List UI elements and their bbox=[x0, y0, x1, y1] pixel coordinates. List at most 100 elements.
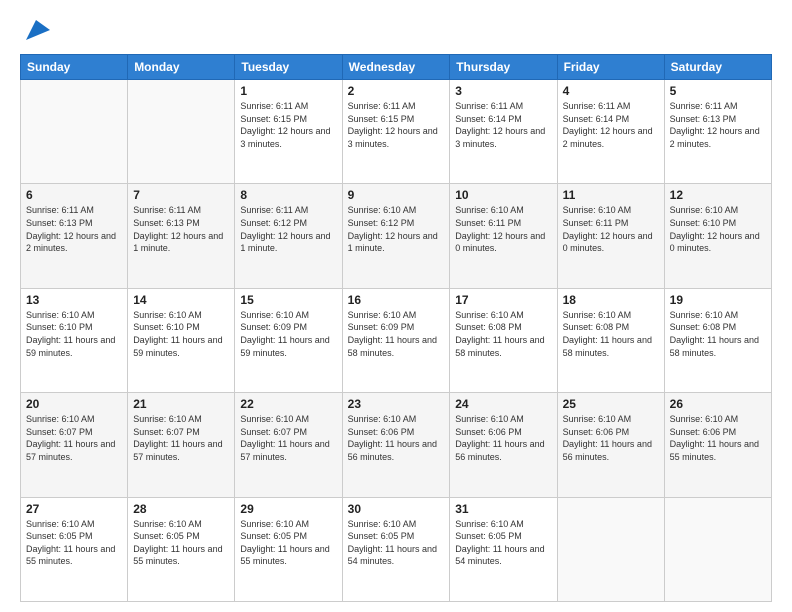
calendar-cell: 21 Sunrise: 6:10 AM Sunset: 6:07 PM Dayli… bbox=[128, 393, 235, 497]
calendar-cell: 15 Sunrise: 6:10 AM Sunset: 6:09 PM Dayli… bbox=[235, 288, 342, 392]
day-info: Sunrise: 6:10 AM Sunset: 6:06 PM Dayligh… bbox=[455, 413, 551, 463]
day-info: Sunrise: 6:10 AM Sunset: 6:10 PM Dayligh… bbox=[133, 309, 229, 359]
day-number: 8 bbox=[240, 188, 336, 202]
day-number: 31 bbox=[455, 502, 551, 516]
day-info: Sunrise: 6:10 AM Sunset: 6:05 PM Dayligh… bbox=[240, 518, 336, 568]
day-number: 5 bbox=[670, 84, 766, 98]
day-info: Sunrise: 6:10 AM Sunset: 6:07 PM Dayligh… bbox=[133, 413, 229, 463]
day-number: 24 bbox=[455, 397, 551, 411]
day-info: Sunrise: 6:11 AM Sunset: 6:13 PM Dayligh… bbox=[26, 204, 122, 254]
calendar-cell: 27 Sunrise: 6:10 AM Sunset: 6:05 PM Dayli… bbox=[21, 497, 128, 601]
calendar-cell: 24 Sunrise: 6:10 AM Sunset: 6:06 PM Dayli… bbox=[450, 393, 557, 497]
day-info: Sunrise: 6:10 AM Sunset: 6:06 PM Dayligh… bbox=[348, 413, 445, 463]
calendar-cell bbox=[557, 497, 664, 601]
day-number: 6 bbox=[26, 188, 122, 202]
calendar-cell: 14 Sunrise: 6:10 AM Sunset: 6:10 PM Dayli… bbox=[128, 288, 235, 392]
logo-icon bbox=[22, 16, 50, 44]
day-number: 11 bbox=[563, 188, 659, 202]
calendar-cell: 25 Sunrise: 6:10 AM Sunset: 6:06 PM Dayli… bbox=[557, 393, 664, 497]
day-number: 25 bbox=[563, 397, 659, 411]
weekday-tuesday: Tuesday bbox=[235, 55, 342, 80]
day-info: Sunrise: 6:10 AM Sunset: 6:06 PM Dayligh… bbox=[563, 413, 659, 463]
week-row-2: 6 Sunrise: 6:11 AM Sunset: 6:13 PM Daylig… bbox=[21, 184, 772, 288]
day-number: 19 bbox=[670, 293, 766, 307]
day-info: Sunrise: 6:11 AM Sunset: 6:14 PM Dayligh… bbox=[563, 100, 659, 150]
day-number: 3 bbox=[455, 84, 551, 98]
day-info: Sunrise: 6:11 AM Sunset: 6:15 PM Dayligh… bbox=[348, 100, 445, 150]
calendar-cell: 3 Sunrise: 6:11 AM Sunset: 6:14 PM Daylig… bbox=[450, 80, 557, 184]
calendar-cell bbox=[21, 80, 128, 184]
calendar-cell: 5 Sunrise: 6:11 AM Sunset: 6:13 PM Daylig… bbox=[664, 80, 771, 184]
calendar-cell: 28Sunrise: 6:10 AM Sunset: 6:05 PM Dayli… bbox=[128, 497, 235, 601]
calendar-page: SundayMondayTuesdayWednesdayThursdayFrid… bbox=[0, 0, 792, 612]
weekday-monday: Monday bbox=[128, 55, 235, 80]
day-info: Sunrise: 6:10 AM Sunset: 6:09 PM Dayligh… bbox=[348, 309, 445, 359]
calendar-cell: 7 Sunrise: 6:11 AM Sunset: 6:13 PM Daylig… bbox=[128, 184, 235, 288]
calendar-cell: 13 Sunrise: 6:10 AM Sunset: 6:10 PM Dayli… bbox=[21, 288, 128, 392]
day-info: Sunrise: 6:10 AM Sunset: 6:07 PM Dayligh… bbox=[240, 413, 336, 463]
weekday-thursday: Thursday bbox=[450, 55, 557, 80]
weekday-sunday: Sunday bbox=[21, 55, 128, 80]
day-info: Sunrise: 6:10 AM Sunset: 6:07 PM Dayligh… bbox=[26, 413, 122, 463]
calendar-cell: 30 Sunrise: 6:10 AM Sunset: 6:05 PM Dayli… bbox=[342, 497, 450, 601]
weekday-friday: Friday bbox=[557, 55, 664, 80]
day-info: Sunrise: 6:11 AM Sunset: 6:13 PM Dayligh… bbox=[133, 204, 229, 254]
day-info: Sunrise: 6:11 AM Sunset: 6:15 PM Dayligh… bbox=[240, 100, 336, 150]
day-number: 4 bbox=[563, 84, 659, 98]
day-info: Sunrise: 6:10 AM Sunset: 6:10 PM Dayligh… bbox=[26, 309, 122, 359]
calendar-cell: 29 Sunrise: 6:10 AM Sunset: 6:05 PM Dayli… bbox=[235, 497, 342, 601]
week-row-3: 13 Sunrise: 6:10 AM Sunset: 6:10 PM Dayli… bbox=[21, 288, 772, 392]
day-info: Sunrise: 6:10 AM Sunset: 6:06 PM Dayligh… bbox=[670, 413, 766, 463]
day-number: 16 bbox=[348, 293, 445, 307]
calendar-cell: 8 Sunrise: 6:11 AM Sunset: 6:12 PM Daylig… bbox=[235, 184, 342, 288]
day-info: Sunrise: 6:10 AM Sunset: 6:08 PM Dayligh… bbox=[670, 309, 766, 359]
day-number: 27 bbox=[26, 502, 122, 516]
day-number: 26 bbox=[670, 397, 766, 411]
day-number: 15 bbox=[240, 293, 336, 307]
day-info: Sunrise: 6:11 AM Sunset: 6:13 PM Dayligh… bbox=[670, 100, 766, 150]
day-info: Sunrise: 6:11 AM Sunset: 6:14 PM Dayligh… bbox=[455, 100, 551, 150]
day-info: Sunrise: 6:11 AM Sunset: 6:12 PM Dayligh… bbox=[240, 204, 336, 254]
calendar-cell: 19 Sunrise: 6:10 AM Sunset: 6:08 PM Dayli… bbox=[664, 288, 771, 392]
calendar-cell: 23Sunrise: 6:10 AM Sunset: 6:06 PM Dayli… bbox=[342, 393, 450, 497]
day-number: 18 bbox=[563, 293, 659, 307]
calendar-cell: 20 Sunrise: 6:10 AM Sunset: 6:07 PM Dayli… bbox=[21, 393, 128, 497]
calendar-cell: 22Sunrise: 6:10 AM Sunset: 6:07 PM Dayli… bbox=[235, 393, 342, 497]
day-number: 7 bbox=[133, 188, 229, 202]
day-number: 21 bbox=[133, 397, 229, 411]
day-number: 9 bbox=[348, 188, 445, 202]
day-info: Sunrise: 6:10 AM Sunset: 6:09 PM Dayligh… bbox=[240, 309, 336, 359]
day-info: Sunrise: 6:10 AM Sunset: 6:05 PM Dayligh… bbox=[133, 518, 229, 568]
calendar-cell: 10 Sunrise: 6:10 AM Sunset: 6:11 PM Dayli… bbox=[450, 184, 557, 288]
day-info: Sunrise: 6:10 AM Sunset: 6:10 PM Dayligh… bbox=[670, 204, 766, 254]
header bbox=[20, 16, 772, 44]
day-info: Sunrise: 6:10 AM Sunset: 6:05 PM Dayligh… bbox=[26, 518, 122, 568]
day-info: Sunrise: 6:10 AM Sunset: 6:05 PM Dayligh… bbox=[455, 518, 551, 568]
calendar-cell: 2Sunrise: 6:11 AM Sunset: 6:15 PM Daylig… bbox=[342, 80, 450, 184]
day-number: 20 bbox=[26, 397, 122, 411]
calendar-cell bbox=[664, 497, 771, 601]
calendar-cell: 12 Sunrise: 6:10 AM Sunset: 6:10 PM Dayli… bbox=[664, 184, 771, 288]
day-info: Sunrise: 6:10 AM Sunset: 6:08 PM Dayligh… bbox=[563, 309, 659, 359]
calendar-cell: 9Sunrise: 6:10 AM Sunset: 6:12 PM Daylig… bbox=[342, 184, 450, 288]
day-number: 13 bbox=[26, 293, 122, 307]
day-number: 29 bbox=[240, 502, 336, 516]
day-number: 30 bbox=[348, 502, 445, 516]
day-number: 14 bbox=[133, 293, 229, 307]
day-info: Sunrise: 6:10 AM Sunset: 6:08 PM Dayligh… bbox=[455, 309, 551, 359]
logo bbox=[20, 16, 50, 44]
calendar-cell: 18 Sunrise: 6:10 AM Sunset: 6:08 PM Dayli… bbox=[557, 288, 664, 392]
day-number: 12 bbox=[670, 188, 766, 202]
weekday-header-row: SundayMondayTuesdayWednesdayThursdayFrid… bbox=[21, 55, 772, 80]
calendar-cell bbox=[128, 80, 235, 184]
day-number: 1 bbox=[240, 84, 336, 98]
calendar-cell: 6 Sunrise: 6:11 AM Sunset: 6:13 PM Daylig… bbox=[21, 184, 128, 288]
week-row-1: 1 Sunrise: 6:11 AM Sunset: 6:15 PM Daylig… bbox=[21, 80, 772, 184]
calendar-cell: 1 Sunrise: 6:11 AM Sunset: 6:15 PM Daylig… bbox=[235, 80, 342, 184]
calendar-table: SundayMondayTuesdayWednesdayThursdayFrid… bbox=[20, 54, 772, 602]
day-number: 10 bbox=[455, 188, 551, 202]
week-row-5: 27 Sunrise: 6:10 AM Sunset: 6:05 PM Dayli… bbox=[21, 497, 772, 601]
day-info: Sunrise: 6:10 AM Sunset: 6:05 PM Dayligh… bbox=[348, 518, 445, 568]
day-info: Sunrise: 6:10 AM Sunset: 6:11 PM Dayligh… bbox=[455, 204, 551, 254]
calendar-cell: 11Sunrise: 6:10 AM Sunset: 6:11 PM Dayli… bbox=[557, 184, 664, 288]
